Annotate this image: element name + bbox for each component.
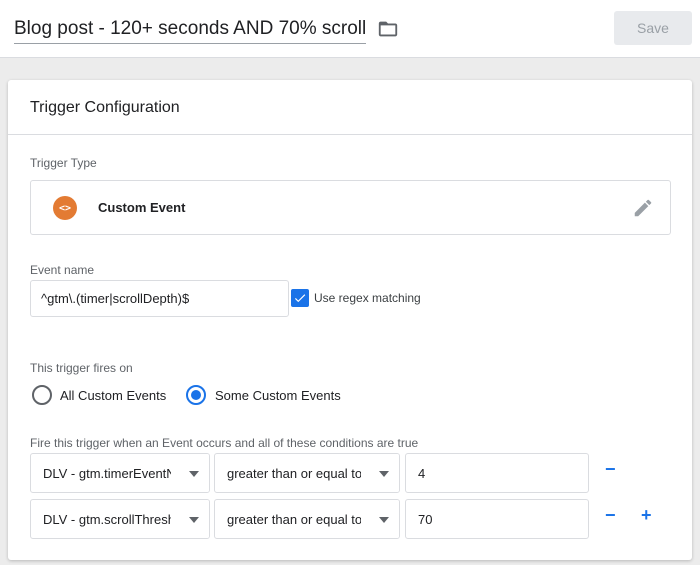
radio-all-custom-events[interactable] [32,385,52,405]
condition-operator-select[interactable]: greater than or equal to [214,499,400,539]
regex-checkbox-label: Use regex matching [314,291,421,305]
regex-checkbox[interactable] [291,289,309,307]
event-name-label: Event name [30,263,95,277]
trigger-type-label: Trigger Type [30,156,97,170]
condition-variable-value: DLV - gtm.scrollThreshold [43,512,193,527]
dropdown-arrow-icon [189,517,199,523]
condition-variable-select[interactable]: DLV - gtm.scrollThreshold [30,499,210,539]
trigger-type-selector[interactable]: <> Custom Event [30,180,671,235]
condition-operator-value: greater than or equal to [227,466,363,481]
conditions-label: Fire this trigger when an Event occurs a… [30,436,419,450]
remove-condition-button[interactable]: − [605,460,616,478]
save-button[interactable]: Save [614,11,692,45]
radio-all-custom-events-label: All Custom Events [60,388,167,403]
pencil-icon[interactable] [632,197,654,219]
condition-operator-select[interactable]: greater than or equal to [214,453,400,493]
condition-value-input[interactable] [405,453,589,493]
card-divider [8,134,692,135]
dropdown-arrow-icon [379,471,389,477]
trigger-configuration-card: Trigger Configuration Trigger Type <> Cu… [8,80,692,560]
condition-value-input[interactable] [405,499,589,539]
condition-variable-select[interactable]: DLV - gtm.timerEventNumber [30,453,210,493]
radio-some-custom-events-label: Some Custom Events [215,388,341,403]
radio-some-custom-events[interactable] [186,385,206,405]
folder-icon[interactable] [377,18,399,40]
event-name-input[interactable] [30,280,289,317]
checkmark-icon [294,294,306,303]
top-bar: Save [0,0,700,58]
radio-selected-dot [191,390,201,400]
trigger-type-name: Custom Event [98,200,186,215]
remove-condition-button[interactable]: − [605,506,616,524]
tag-name-input[interactable] [14,14,366,44]
card-title: Trigger Configuration [30,99,180,116]
fires-on-label: This trigger fires on [30,361,133,375]
dropdown-arrow-icon [379,517,389,523]
code-brackets-icon: <> [53,196,77,220]
add-condition-button[interactable]: + [641,506,652,524]
condition-operator-value: greater than or equal to [227,512,363,527]
dropdown-arrow-icon [189,471,199,477]
